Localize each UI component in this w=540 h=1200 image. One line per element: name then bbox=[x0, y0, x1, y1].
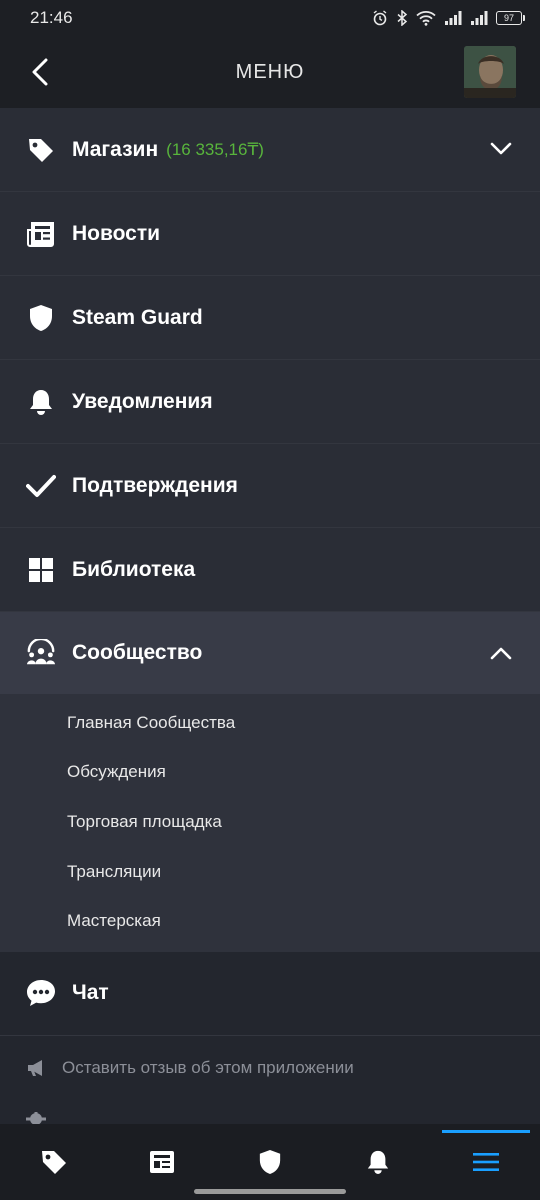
menu-item-steam-guard[interactable]: Steam Guard bbox=[0, 276, 540, 360]
nav-menu-button[interactable] bbox=[442, 1130, 530, 1192]
menu-item-notifications[interactable]: Уведомления bbox=[0, 360, 540, 444]
main-menu: Магазин (16 335,16₸) Новости Steam Guard… bbox=[0, 108, 540, 1036]
nav-notifications-button[interactable] bbox=[348, 1132, 408, 1192]
menu-item-library[interactable]: Библиотека bbox=[0, 528, 540, 612]
page-title: МЕНЮ bbox=[235, 60, 305, 83]
battery-level: 97 bbox=[503, 13, 514, 23]
signal-icon-2 bbox=[471, 11, 488, 25]
menu-item-community[interactable]: Сообщество bbox=[0, 612, 540, 694]
avatar-image bbox=[464, 46, 516, 98]
menu-item-label: Подтверждения bbox=[72, 473, 238, 497]
submenu-item-community-home[interactable]: Главная Сообщества bbox=[0, 698, 540, 748]
wifi-icon bbox=[416, 11, 436, 26]
feedback-link[interactable]: Оставить отзыв об этом приложении bbox=[26, 1058, 354, 1078]
home-indicator[interactable] bbox=[194, 1189, 346, 1194]
signal-icon bbox=[445, 11, 462, 25]
chevron-down-icon[interactable] bbox=[486, 134, 516, 164]
avatar[interactable] bbox=[464, 46, 516, 98]
tag-icon bbox=[26, 135, 56, 165]
hamburger-menu-icon bbox=[473, 1153, 499, 1171]
shield-icon bbox=[26, 303, 56, 333]
menu-item-label: Новости bbox=[72, 221, 161, 245]
submenu-item-broadcasts[interactable]: Трансляции bbox=[0, 847, 540, 897]
status-time: 21:46 bbox=[30, 8, 73, 27]
back-button[interactable] bbox=[24, 54, 56, 90]
megaphone-icon bbox=[28, 1060, 42, 1076]
menu-item-confirmations[interactable]: Подтверждения bbox=[0, 444, 540, 528]
submenu-item-market[interactable]: Торговая площадка bbox=[0, 797, 540, 847]
menu-item-label: Чат bbox=[72, 981, 109, 1005]
menu-item-label: Уведомления bbox=[72, 389, 213, 413]
bluetooth-icon bbox=[397, 10, 408, 26]
nav-news-button[interactable] bbox=[132, 1132, 192, 1192]
battery-icon: 97 bbox=[496, 11, 525, 25]
tag-icon bbox=[42, 1151, 66, 1174]
menu-item-label: Магазин bbox=[72, 137, 159, 161]
menu-item-label: Библиотека bbox=[72, 557, 196, 581]
submenu-item-discussions[interactable]: Обсуждения bbox=[0, 748, 540, 798]
wallet-balance: (16 335,16₸) bbox=[166, 139, 264, 159]
status-bar: 21:46 97 bbox=[0, 0, 540, 36]
bell-icon bbox=[26, 387, 56, 417]
status-icons: 97 bbox=[372, 10, 525, 26]
bell-icon bbox=[367, 1150, 389, 1174]
menu-item-news[interactable]: Новости bbox=[0, 192, 540, 276]
alarm-icon bbox=[373, 10, 387, 26]
nav-guard-button[interactable] bbox=[240, 1132, 300, 1192]
app-header: МЕНЮ bbox=[0, 36, 540, 108]
community-icon bbox=[26, 638, 56, 668]
menu-item-label: Steam Guard bbox=[72, 305, 203, 329]
checkmark-icon bbox=[26, 471, 56, 501]
nav-store-button[interactable] bbox=[24, 1132, 84, 1192]
community-submenu: Главная Сообщества Обсуждения Торговая п… bbox=[0, 694, 540, 952]
feedback-label: Оставить отзыв об этом приложении bbox=[62, 1058, 354, 1077]
menu-item-chat[interactable]: Чат bbox=[0, 951, 540, 1036]
chat-icon bbox=[26, 978, 56, 1008]
chevron-left-icon bbox=[32, 58, 48, 86]
shield-icon bbox=[259, 1150, 281, 1174]
menu-item-label: Сообщество bbox=[72, 641, 203, 664]
menu-item-store[interactable]: Магазин (16 335,16₸) bbox=[0, 108, 540, 192]
newspaper-icon bbox=[150, 1151, 174, 1173]
newspaper-icon bbox=[26, 219, 56, 249]
submenu-item-workshop[interactable]: Мастерская bbox=[0, 896, 540, 946]
chevron-up-icon[interactable] bbox=[486, 638, 516, 668]
grid-icon bbox=[26, 555, 56, 585]
